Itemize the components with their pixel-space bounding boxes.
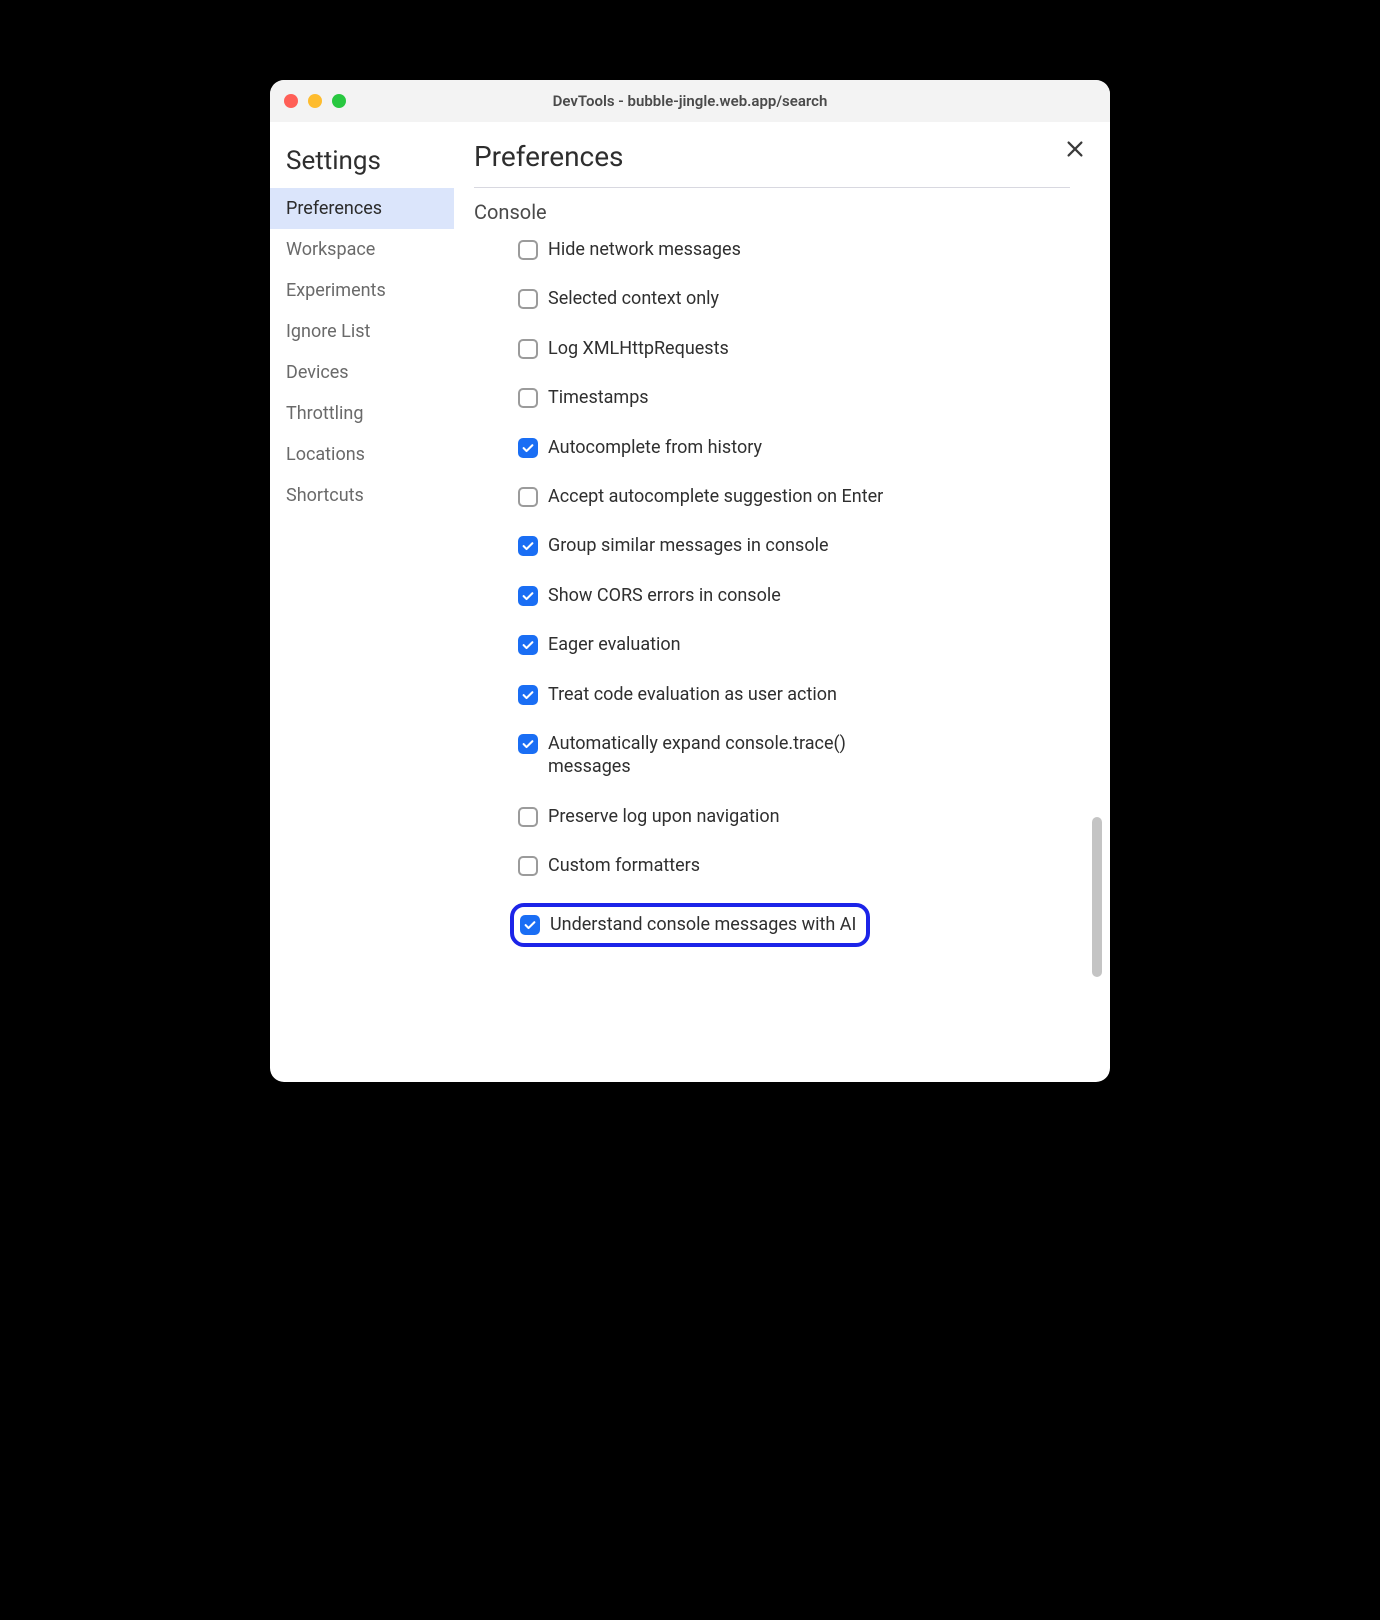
settings-content: Settings Preferences Workspace Experiments… (270, 122, 1110, 1082)
checkbox-group-similar-messages-in-console[interactable] (518, 536, 538, 556)
setting-label: Preserve log upon navigation (548, 805, 780, 828)
setting-row: Timestamps (518, 386, 1070, 409)
checkbox-autocomplete-from-history[interactable] (518, 438, 538, 458)
sidebar-item-label: Experiments (286, 280, 386, 301)
setting-label: Group similar messages in console (548, 534, 829, 557)
sidebar-item-throttling[interactable]: Throttling (270, 393, 454, 434)
window-close-icon[interactable] (284, 94, 298, 108)
sidebar-item-experiments[interactable]: Experiments (270, 270, 454, 311)
sidebar-title: Settings (270, 140, 458, 188)
check-icon (521, 737, 535, 751)
sidebar-item-label: Locations (286, 444, 365, 465)
setting-label: Eager evaluation (548, 633, 681, 656)
sidebar-item-label: Shortcuts (286, 485, 364, 506)
checkbox-selected-context-only[interactable] (518, 289, 538, 309)
check-icon (521, 638, 535, 652)
setting-label: Selected context only (548, 287, 719, 310)
sidebar-item-label: Preferences (286, 198, 382, 219)
section-title-console: Console (474, 200, 1070, 224)
titlebar: DevTools - bubble-jingle.web.app/search (270, 80, 1110, 122)
scrollbar-thumb[interactable] (1092, 817, 1102, 977)
setting-label: Accept autocomplete suggestion on Enter (548, 485, 883, 508)
check-icon (521, 441, 535, 455)
checkbox-eager-evaluation[interactable] (518, 635, 538, 655)
checkbox-show-cors-errors-in-console[interactable] (518, 586, 538, 606)
setting-row: Preserve log upon navigation (518, 805, 1070, 828)
check-icon (523, 918, 537, 932)
setting-label: Show CORS errors in console (548, 584, 781, 607)
checkbox-preserve-log-upon-navigation[interactable] (518, 807, 538, 827)
checkbox-accept-autocomplete-suggestion-on-enter[interactable] (518, 487, 538, 507)
sidebar-item-label: Workspace (286, 239, 375, 260)
settings-sidebar: Settings Preferences Workspace Experiments… (270, 122, 458, 1082)
check-icon (521, 539, 535, 553)
setting-label: Hide network messages (548, 238, 741, 261)
checkbox-automatically-expand-console-trace-messages[interactable] (518, 734, 538, 754)
settings-main: Preferences Console Hide network message… (458, 122, 1110, 1082)
setting-row: Automatically expand console.trace() mes… (518, 732, 1070, 779)
setting-row: Group similar messages in console (518, 534, 1070, 557)
setting-label: Log XMLHttpRequests (548, 337, 729, 360)
sidebar-item-shortcuts[interactable]: Shortcuts (270, 475, 454, 516)
checkbox-log-xmlhttprequests[interactable] (518, 339, 538, 359)
window-title: DevTools - bubble-jingle.web.app/search (270, 92, 1110, 110)
check-icon (521, 589, 535, 603)
checkbox-custom-formatters[interactable] (518, 856, 538, 876)
setting-label: Autocomplete from history (548, 436, 762, 459)
window-minimize-icon[interactable] (308, 94, 322, 108)
setting-label: Automatically expand console.trace() mes… (548, 732, 898, 779)
checkbox-hide-network-messages[interactable] (518, 240, 538, 260)
setting-label: Understand console messages with AI (550, 913, 856, 936)
setting-row: Custom formatters (518, 854, 1070, 877)
preferences-title: Preferences (474, 140, 1070, 188)
setting-row: Autocomplete from history (518, 436, 1070, 459)
check-icon (521, 688, 535, 702)
setting-row: Understand console messages with AI (510, 903, 870, 946)
setting-row: Treat code evaluation as user action (518, 683, 1070, 706)
sidebar-item-ignore-list[interactable]: Ignore List (270, 311, 454, 352)
setting-row: Log XMLHttpRequests (518, 337, 1070, 360)
checkbox-understand-console-messages-with-ai[interactable] (520, 915, 540, 935)
setting-row: Accept autocomplete suggestion on Enter (518, 485, 1070, 508)
sidebar-item-label: Devices (286, 362, 349, 383)
setting-row: Eager evaluation (518, 633, 1070, 656)
setting-label: Treat code evaluation as user action (548, 683, 837, 706)
setting-row: Selected context only (518, 287, 1070, 310)
traffic-lights (284, 94, 346, 108)
setting-row: Show CORS errors in console (518, 584, 1070, 607)
sidebar-item-preferences[interactable]: Preferences (270, 188, 454, 229)
sidebar-item-label: Throttling (286, 403, 363, 424)
sidebar-item-workspace[interactable]: Workspace (270, 229, 454, 270)
devtools-window: DevTools - bubble-jingle.web.app/search … (270, 80, 1110, 1082)
window-maximize-icon[interactable] (332, 94, 346, 108)
sidebar-item-locations[interactable]: Locations (270, 434, 454, 475)
sidebar-item-devices[interactable]: Devices (270, 352, 454, 393)
sidebar-item-label: Ignore List (286, 321, 370, 342)
setting-label: Timestamps (548, 386, 649, 409)
setting-row: Hide network messages (518, 238, 1070, 261)
setting-label: Custom formatters (548, 854, 700, 877)
checkbox-timestamps[interactable] (518, 388, 538, 408)
scrollbar-track[interactable] (1090, 192, 1102, 1068)
checkbox-treat-code-evaluation-as-user-action[interactable] (518, 685, 538, 705)
